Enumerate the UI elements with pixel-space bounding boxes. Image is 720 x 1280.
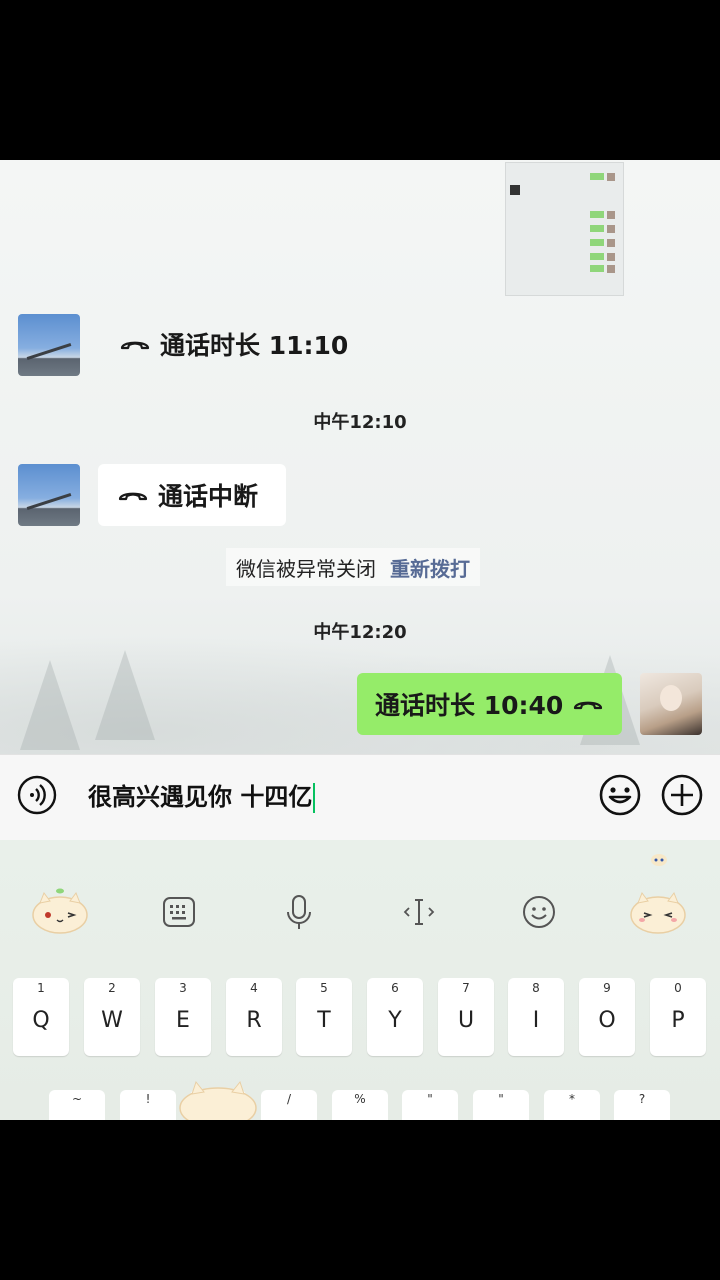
key-r[interactable]: 4R [226, 978, 282, 1056]
key-number: 7 [462, 981, 470, 995]
voice-typing-button[interactable] [279, 892, 319, 932]
key-j[interactable]: " [473, 1090, 529, 1120]
key-s[interactable]: ! [120, 1090, 176, 1120]
key-u[interactable]: 7U [438, 978, 494, 1056]
phone-hangup-icon [120, 337, 150, 351]
key-number: 0 [674, 981, 682, 995]
phone-hangup-icon [573, 697, 603, 711]
key-p[interactable]: 0P [650, 978, 706, 1056]
my-avatar[interactable] [640, 673, 702, 735]
key-letter: O [598, 1008, 616, 1033]
call-record-message[interactable]: 通话时长 11:10 [120, 326, 348, 362]
emoji-button[interactable] [598, 773, 642, 817]
key-letter: T [317, 1008, 331, 1033]
system-notice-text: 微信被异常关闭 [236, 556, 376, 581]
call-interrupted-bubble[interactable]: 通话中断 [98, 464, 286, 526]
cursor-icon [403, 899, 435, 925]
key-symbol: / [286, 1092, 292, 1106]
key-e[interactable]: 3E [155, 978, 211, 1056]
key-o[interactable]: 9O [579, 978, 635, 1056]
more-options-button[interactable] [660, 773, 704, 817]
key-l[interactable]: ? [614, 1090, 670, 1120]
plus-icon [661, 774, 703, 816]
system-notice: 微信被异常关闭 重新拨打 [226, 548, 480, 586]
key-i[interactable]: 8I [508, 978, 564, 1056]
key-y[interactable]: 6Y [367, 978, 423, 1056]
key-letter: E [176, 1008, 190, 1033]
mascot-icon [630, 891, 686, 934]
key-t[interactable]: 5T [296, 978, 352, 1056]
phone-hangup-icon [118, 488, 148, 502]
call-interrupted-text: 通话中断 [158, 482, 259, 511]
sent-call-record-bubble[interactable]: 通话时长 10:40 [357, 673, 622, 735]
call-duration-text: 通话时长 10:40 [375, 691, 564, 720]
timestamp: 中午12:20 [313, 622, 407, 643]
key-symbol: " [498, 1092, 504, 1106]
contact-avatar[interactable] [18, 314, 80, 376]
message-input[interactable]: 很高兴遇见你 十四亿 [88, 777, 316, 813]
text-caret [313, 783, 316, 813]
key-letter: P [671, 1008, 685, 1033]
key-symbol: ~ [71, 1092, 83, 1106]
key-symbol: * [569, 1092, 575, 1106]
key-symbol: ? [638, 1092, 646, 1106]
key-number: 9 [603, 981, 611, 995]
key-w[interactable]: 2W [84, 978, 140, 1056]
key-symbol: % [354, 1092, 366, 1106]
mascot-icon [651, 854, 667, 866]
key-f[interactable]: / [261, 1090, 317, 1120]
voice-input-button[interactable] [17, 775, 57, 815]
keyboard-icon [163, 897, 195, 927]
call-duration-text: 通话时长 11:10 [160, 331, 349, 360]
mascot-button[interactable] [30, 887, 90, 935]
key-letter: Y [388, 1008, 402, 1033]
timestamp: 中午12:10 [313, 412, 407, 433]
message-input-bar: 很高兴遇见你 十四亿 [0, 754, 720, 841]
key-number: 4 [250, 981, 258, 995]
key-q[interactable]: 1Q [13, 978, 69, 1056]
emoji-icon [523, 896, 555, 928]
mascot-icon [32, 888, 88, 934]
key-letter: I [532, 1008, 540, 1033]
soft-keyboard: 1Q 2W 3E 4R 5T 6Y 7U 8I 9O 0P ~ ! @ / % … [0, 840, 720, 1120]
contact-avatar[interactable] [18, 464, 80, 526]
key-number: 5 [320, 981, 328, 995]
message-input-value: 很高兴遇见你 十四亿 [88, 783, 313, 811]
key-symbol: " [427, 1092, 433, 1106]
key-number: 6 [391, 981, 399, 995]
floating-video-thumbnail[interactable] [505, 162, 624, 296]
key-number: 3 [179, 981, 187, 995]
emoji-icon [599, 774, 641, 816]
chat-screen: 通话时长 11:10 中午12:10 通话中断 微信被异常关闭 重新拨打 中午1… [0, 160, 720, 1120]
key-k[interactable]: * [544, 1090, 600, 1120]
key-letter: R [246, 1008, 262, 1033]
emoji-keyboard-button[interactable] [519, 892, 559, 932]
background-tree [95, 650, 155, 740]
key-g[interactable]: % [332, 1090, 388, 1120]
key-number: 2 [108, 981, 116, 995]
redial-link[interactable]: 重新拨打 [390, 553, 470, 582]
key-letter: U [457, 1008, 475, 1033]
key-number: 1 [37, 981, 45, 995]
key-letter: Q [32, 1008, 50, 1033]
key-a[interactable]: ~ [49, 1090, 105, 1120]
background-tree [20, 660, 80, 750]
keyboard-toggle-button[interactable] [159, 892, 199, 932]
key-number: 8 [532, 981, 540, 995]
mascot-icon [179, 1080, 257, 1120]
key-letter: W [101, 1008, 123, 1033]
microphone-icon [287, 895, 311, 929]
voice-icon [17, 775, 57, 815]
key-h[interactable]: " [402, 1090, 458, 1120]
mascot-button[interactable] [628, 887, 688, 935]
cursor-move-button[interactable] [399, 892, 439, 932]
key-symbol: ! [145, 1092, 151, 1106]
